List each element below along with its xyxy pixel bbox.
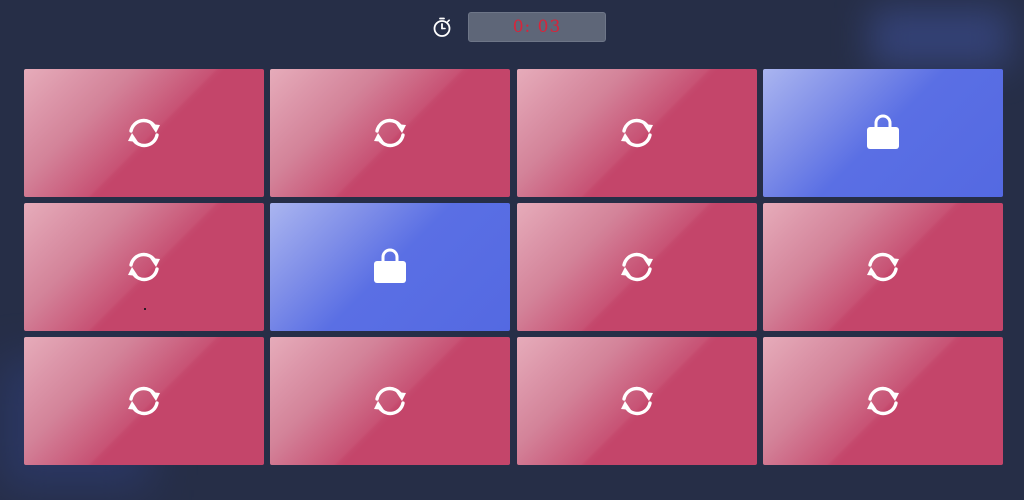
refresh-icon (368, 379, 412, 423)
refresh-icon (861, 379, 905, 423)
refresh-icon (122, 245, 166, 289)
shopping-bag-icon (861, 111, 905, 155)
refresh-icon (368, 111, 412, 155)
card-tile-revealed[interactable] (763, 69, 1003, 197)
refresh-icon (861, 245, 905, 289)
refresh-icon (122, 379, 166, 423)
refresh-icon (615, 379, 659, 423)
card-tile-hidden[interactable] (270, 337, 510, 465)
refresh-icon (615, 111, 659, 155)
timer-display: 0: 03 (468, 12, 606, 42)
refresh-icon (615, 245, 659, 289)
card-tile-hidden[interactable] (517, 337, 757, 465)
card-tile-hidden[interactable] (517, 203, 757, 331)
card-grid (24, 69, 1003, 465)
card-tile-hidden[interactable] (270, 69, 510, 197)
shopping-bag-icon (368, 245, 412, 289)
header-bar: 0: 03 (0, 0, 1024, 56)
card-tile-hidden[interactable] (24, 69, 264, 197)
stray-pixel (144, 308, 146, 310)
refresh-icon (122, 111, 166, 155)
card-tile-hidden[interactable] (24, 203, 264, 331)
card-tile-hidden[interactable] (517, 69, 757, 197)
stopwatch-icon (430, 15, 454, 39)
card-tile-hidden[interactable] (763, 203, 1003, 331)
card-tile-hidden[interactable] (24, 337, 264, 465)
game-screen: 0: 03 (0, 0, 1024, 500)
card-tile-revealed[interactable] (270, 203, 510, 331)
card-tile-hidden[interactable] (763, 337, 1003, 465)
